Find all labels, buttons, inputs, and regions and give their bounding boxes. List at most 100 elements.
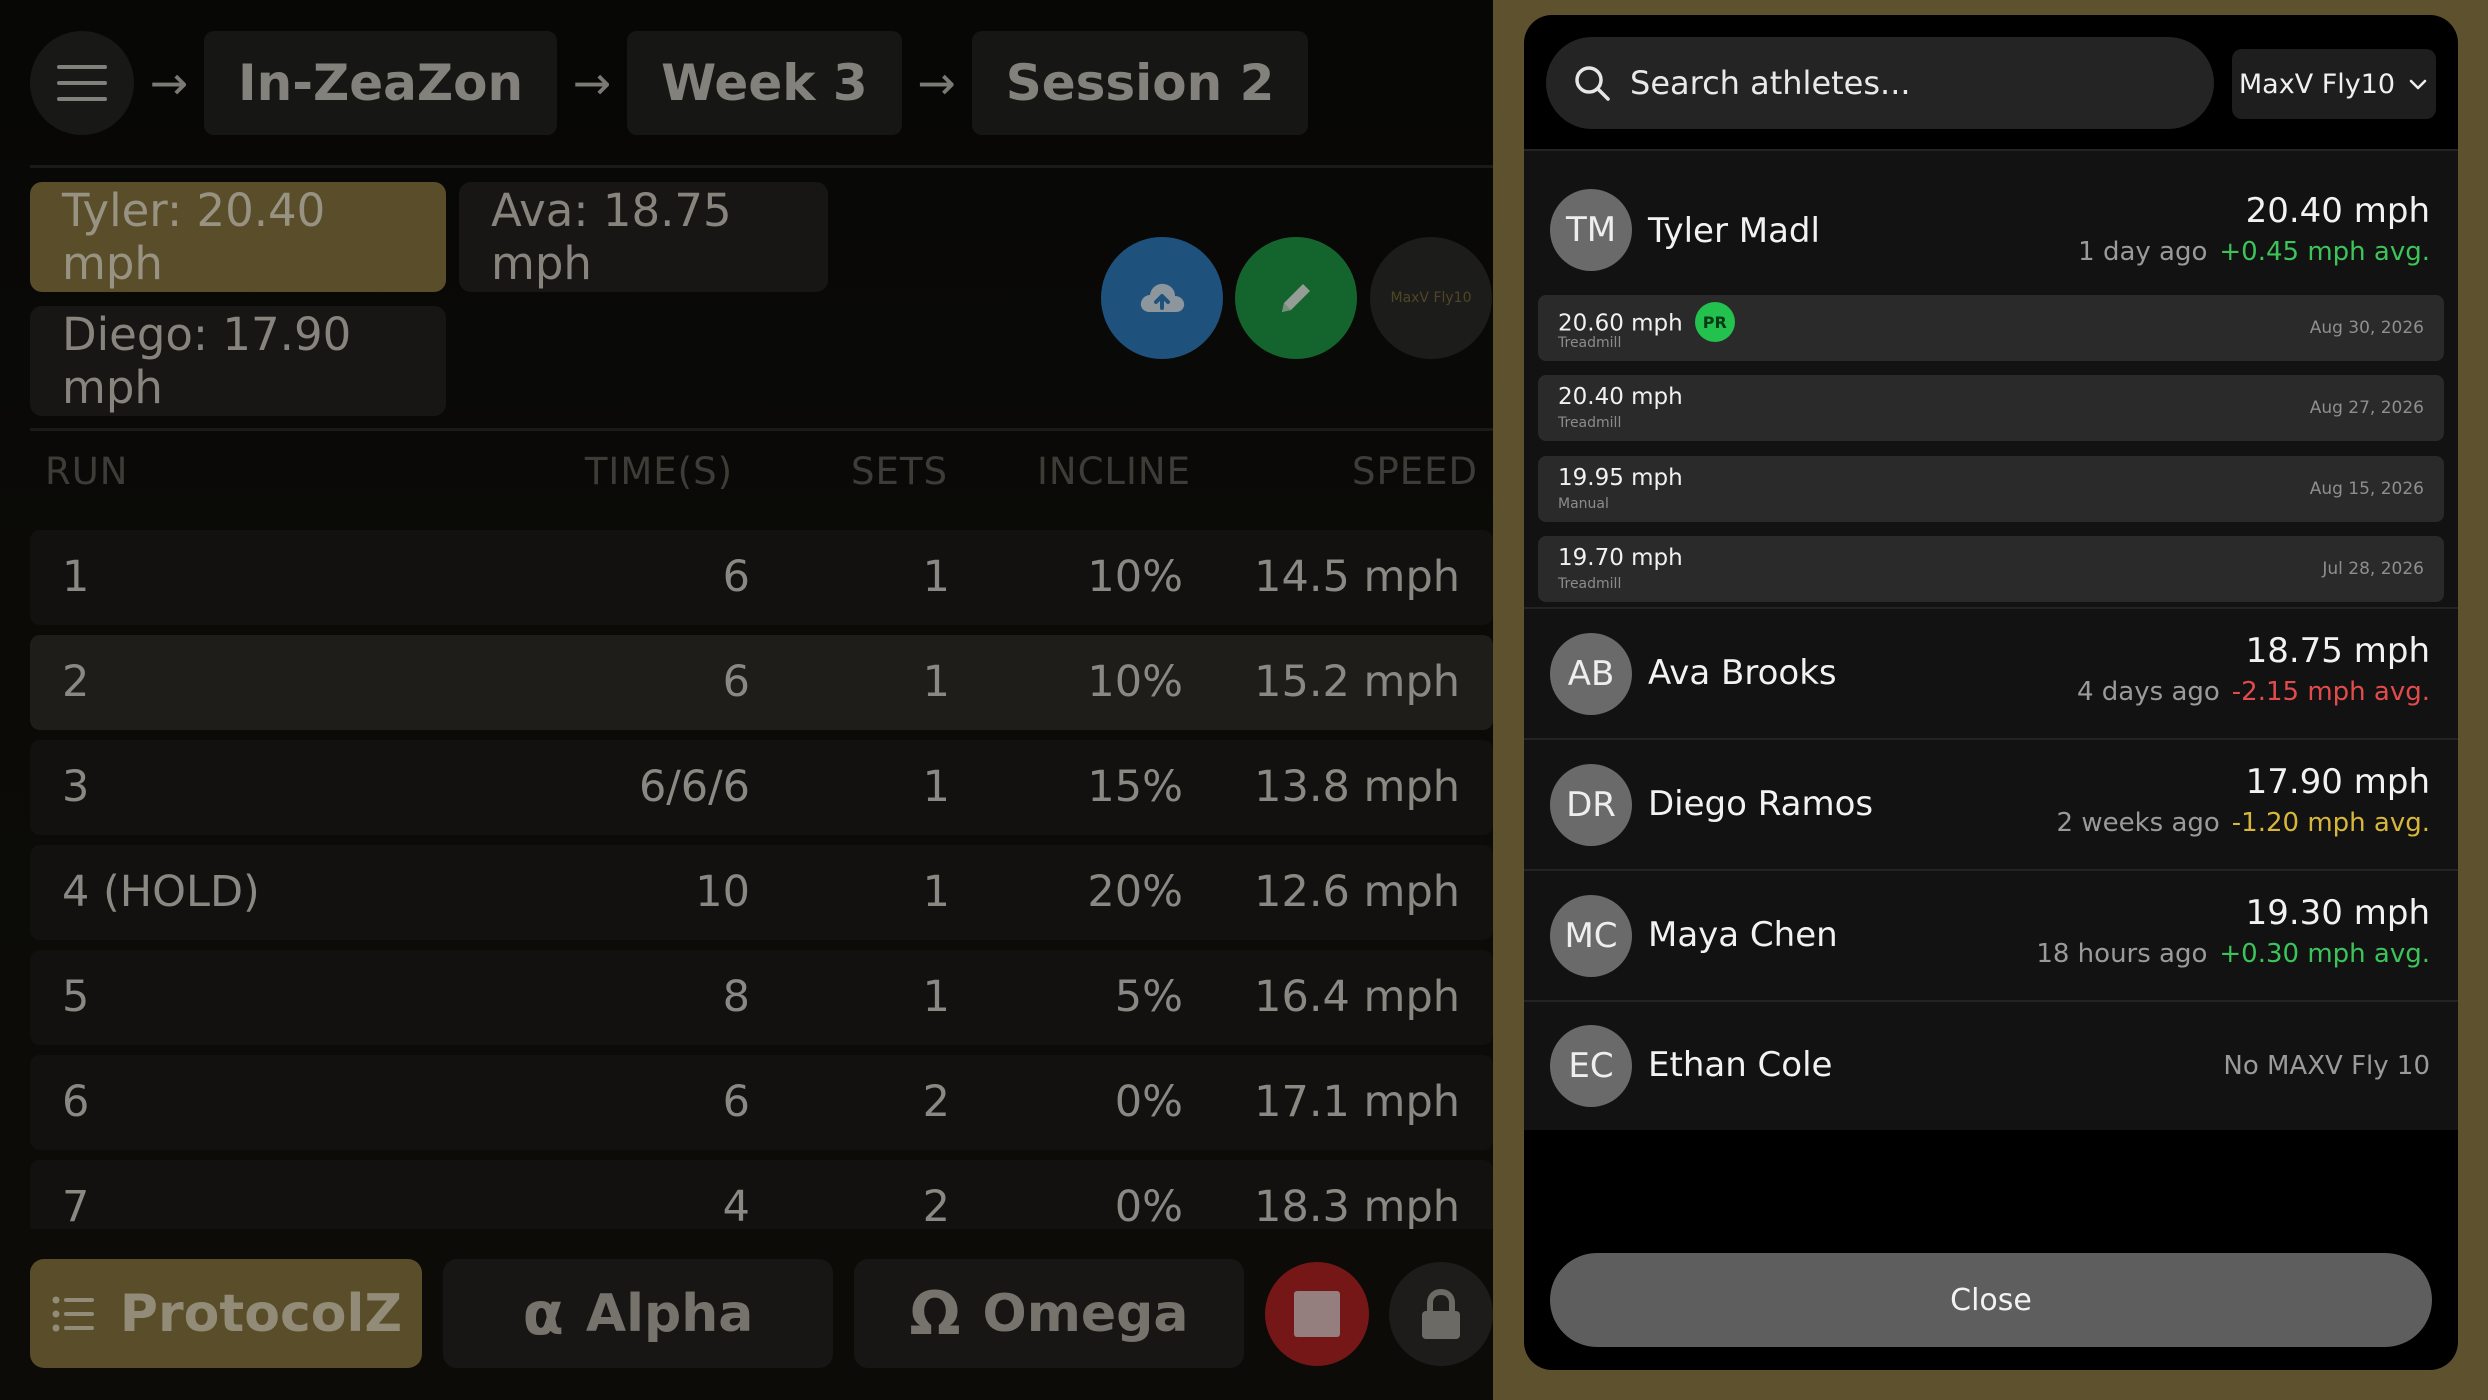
cell-run: 2 [62,657,90,707]
table-row[interactable]: 5 8 1 5% 16.4 mph [30,950,1493,1045]
cell-incline: 0% [1114,1077,1183,1127]
record-item[interactable]: 20.60 mph PR Treadmill Aug 30, 2026 [1538,295,2444,361]
search-icon [1575,66,1610,101]
table-row[interactable]: 1 6 1 10% 14.5 mph [30,530,1493,625]
athlete-last-seen: 2 weeks ago [2056,808,2220,838]
breadcrumb-season[interactable]: In-ZeaZon [204,31,558,135]
breadcrumb-week[interactable]: Week 3 [627,31,902,135]
cell-incline: 0% [1114,1182,1183,1229]
athlete-row-maya[interactable]: MC Maya Chen 19.30 mph 18 hours ago +0.30… [1524,871,2458,1000]
header-incline: INCLINE [1036,450,1191,493]
divider [30,428,1493,431]
lock-icon [1422,1288,1460,1339]
cell-sets: 1 [922,867,950,917]
athlete-chip-ava[interactable]: Ava: 18.75 mph [459,182,828,292]
athlete-delta: +0.45 mph avg. [2219,237,2430,267]
pr-badge: PR [1694,302,1735,342]
cell-sets: 2 [922,1077,950,1127]
lock-button[interactable] [1389,1262,1493,1366]
cell-time: 4 [722,1182,750,1229]
cell-incline: 20% [1087,867,1183,917]
alpha-label: Alpha [585,1283,754,1344]
record-item[interactable]: 19.70 mph Treadmill Jul 28, 2026 [1538,536,2444,602]
athlete-delta: -1.20 mph avg. [2231,808,2430,838]
athlete-subline: 2 weeks ago -1.20 mph avg. [2057,808,2430,838]
arrow-right-icon: → [917,56,956,110]
athlete-row-tyler[interactable]: TM Tyler Madl 20.40 mph 1 day ago +0.45 m… [1524,151,2458,607]
session-screen: → In-ZeaZon → Week 3 → Session 2 Tyler: … [0,0,1493,1400]
cell-speed: 16.4 mph [1254,972,1460,1022]
table-row[interactable]: 7 4 2 0% 18.3 mph [30,1160,1493,1229]
table-row[interactable]: 4 (HOLD) 10 1 20% 12.6 mph [30,845,1493,940]
table-row[interactable]: 6 6 2 0% 17.1 mph [30,1055,1493,1150]
metric-button[interactable]: MaxV Fly10 [1370,237,1492,359]
divider [30,165,1493,168]
cell-run: 6 [62,1077,90,1127]
avatar: DR [1550,764,1632,846]
table-clip: 7 4 2 0% 18.3 mph [0,1160,1493,1229]
athlete-name: Maya Chen [1648,915,1838,955]
athlete-last-seen: 4 days ago [2077,677,2220,707]
athlete-subline: 4 days ago -2.15 mph avg. [2077,677,2430,707]
protocolz-button[interactable]: ProtocolZ [30,1259,422,1368]
table-row[interactable]: 3 6/6/6 1 15% 13.8 mph [30,740,1493,835]
upload-button[interactable] [1101,237,1223,359]
record-value: 19.70 mph [1558,545,1683,571]
cell-time: 8 [722,972,750,1022]
arrow-right-icon: → [149,56,189,110]
athlete-row-diego[interactable]: DR Diego Ramos 17.90 mph 2 weeks ago -1.2… [1524,740,2458,869]
athlete-chip-tyler[interactable]: Tyler: 20.40 mph [30,182,446,292]
header-run: RUN [45,450,129,493]
athlete-name: Ava Brooks [1648,653,1837,693]
cell-speed: 14.5 mph [1254,552,1460,602]
athlete-no-data: No MAXV Fly 10 [2223,1051,2430,1081]
athlete-speed: 19.30 mph [2245,893,2430,933]
cell-time: 6 [722,1077,750,1127]
cell-speed: 17.1 mph [1254,1077,1460,1127]
menu-button[interactable] [30,31,134,135]
protocolz-label: ProtocolZ [119,1283,403,1344]
alpha-button[interactable]: α Alpha [443,1259,833,1368]
record-value-text: 20.60 mph [1558,310,1683,337]
stop-button[interactable] [1265,1262,1369,1366]
athlete-panel: Search athletes... MaxV Fly10 TM Tyler M… [1524,15,2458,1370]
cell-sets: 1 [922,552,950,602]
cloud-upload-icon [1140,283,1185,312]
cell-time: 6 [722,657,750,707]
search-placeholder: Search athletes... [1630,64,1911,102]
omega-button[interactable]: Ω Omega [854,1259,1244,1368]
metric-select[interactable]: MaxV Fly10 [2232,49,2436,119]
cell-sets: 2 [922,1182,950,1229]
header-sets: SETS [851,450,948,493]
edit-button[interactable] [1235,237,1357,359]
record-date: Aug 27, 2026 [2309,398,2424,418]
cell-incline: 15% [1087,762,1183,812]
athlete-speed: 18.75 mph [2245,631,2430,671]
table-header: RUN TIME(S) SETS INCLINE SPEED [30,450,1493,500]
record-item[interactable]: 20.40 mph Treadmill Aug 27, 2026 [1538,375,2444,441]
athlete-name: Ethan Cole [1648,1045,1833,1085]
record-item[interactable]: 19.95 mph Manual Aug 15, 2026 [1538,456,2444,522]
athlete-row-ava[interactable]: AB Ava Brooks 18.75 mph 4 days ago -2.15 … [1524,609,2458,738]
breadcrumb: → In-ZeaZon → Week 3 → Session 2 [30,30,1309,136]
cell-speed: 15.2 mph [1254,657,1460,707]
cell-sets: 1 [922,972,950,1022]
athlete-row-ethan[interactable]: EC Ethan Cole No MAXV Fly 10 [1524,1002,2458,1130]
athlete-name: Tyler Madl [1648,211,1820,251]
search-input[interactable]: Search athletes... [1546,37,2214,129]
avatar: MC [1550,895,1632,977]
record-source: Manual [1558,496,1609,512]
cell-run: 3 [62,762,90,812]
record-source: Treadmill [1558,335,1622,351]
pencil-icon [1282,284,1310,312]
breadcrumb-session[interactable]: Session 2 [971,31,1309,135]
cell-sets: 1 [922,762,950,812]
athlete-speed: 17.90 mph [2245,762,2430,802]
record-value: 20.40 mph [1558,384,1683,410]
table-row-selected[interactable]: 2 6 1 10% 15.2 mph [30,635,1493,730]
avatar: AB [1550,633,1632,715]
cell-speed: 13.8 mph [1254,762,1460,812]
cell-time: 6 [722,552,750,602]
athlete-chip-diego[interactable]: Diego: 17.90 mph [30,306,446,416]
close-button[interactable]: Close [1550,1253,2432,1347]
